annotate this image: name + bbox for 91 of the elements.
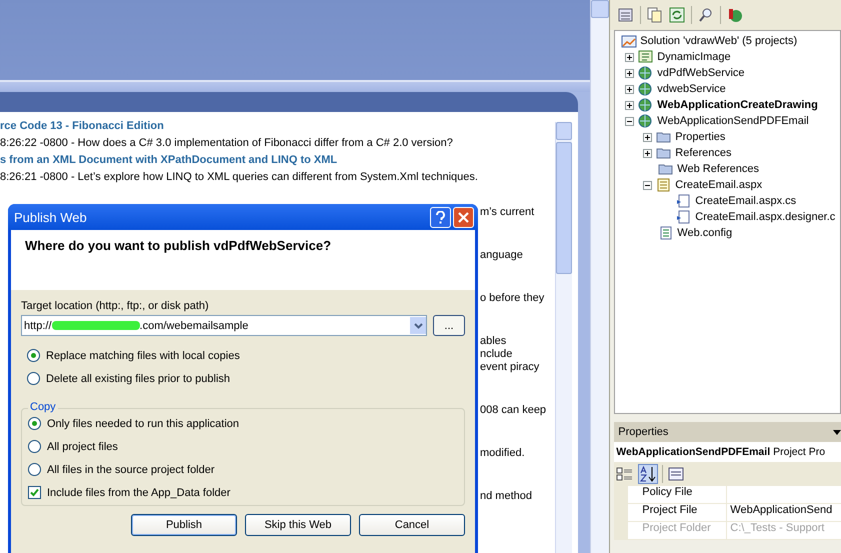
property-name: Project Folder bbox=[614, 522, 726, 539]
close-button[interactable] bbox=[453, 206, 474, 228]
post-title-link[interactable]: s from an XML Document with XPathDocument and LINQ to XML bbox=[0, 152, 556, 169]
dropdown-arrow-icon[interactable] bbox=[833, 430, 841, 434]
refresh-icon[interactable] bbox=[669, 7, 686, 23]
panel-title: Properties bbox=[618, 426, 670, 438]
tree-item[interactable]: WebApplicationSendPDFEmail bbox=[657, 115, 809, 127]
object-type: Project Pro bbox=[773, 446, 826, 458]
globe-icon bbox=[638, 97, 654, 113]
collapse-button[interactable] bbox=[625, 116, 634, 126]
file-icon bbox=[658, 225, 674, 241]
globe-icon bbox=[638, 65, 654, 81]
expand-button[interactable] bbox=[643, 148, 652, 158]
plus-icon bbox=[644, 150, 652, 156]
properties-icon[interactable] bbox=[618, 7, 634, 23]
globe-icon bbox=[638, 113, 654, 129]
close-icon bbox=[458, 212, 469, 222]
radio-option[interactable]: Replace matching files with local copies bbox=[27, 349, 459, 362]
expand-button[interactable] bbox=[625, 52, 634, 62]
file-icon bbox=[656, 177, 672, 193]
collapse-button[interactable] bbox=[643, 180, 652, 190]
check-icon bbox=[30, 488, 39, 497]
field-label: Target location (http:, ftp:, or disk path) bbox=[21, 300, 210, 312]
property-name: Project File bbox=[614, 504, 726, 521]
tree-item[interactable]: Solution 'vdrawWeb' (5 projects) bbox=[640, 35, 798, 47]
tree-item[interactable]: CreateEmail.aspx.cs bbox=[695, 195, 796, 207]
tree-item[interactable]: Web References bbox=[677, 163, 760, 175]
post-title-link[interactable]: rce Code 13 - Fibonacci Edition bbox=[0, 118, 556, 135]
target-location-field[interactable]: http:// .com/webemailsample bbox=[21, 315, 427, 336]
browse-button[interactable]: ... bbox=[433, 315, 465, 336]
post-summary: m’s current bbox=[480, 206, 536, 219]
search-icon[interactable] bbox=[698, 7, 714, 23]
post-summary: modified. bbox=[480, 447, 526, 460]
expand-button[interactable] bbox=[625, 100, 634, 110]
property-value: C:\_Tests - Support bbox=[726, 522, 841, 539]
globe-icon bbox=[638, 81, 654, 97]
property-name: Policy File bbox=[614, 486, 726, 503]
sort-alphabetical-icon[interactable] bbox=[638, 464, 658, 484]
tree-item[interactable]: CreateEmail.aspx bbox=[675, 179, 762, 191]
plus-icon bbox=[626, 70, 634, 76]
group-title: Copy bbox=[28, 401, 58, 413]
post-summary: nd method bbox=[480, 490, 533, 503]
post-summary: 8:26:22 -0800 - How does a C# 3.0 implementation of Fibonacci differ from a C# 2.0 version? bbox=[0, 136, 454, 151]
object-name: WebApplicationSendPDFEmail bbox=[616, 446, 770, 458]
radio-option[interactable]: All files in the source project folder bbox=[28, 463, 458, 476]
dialog-button[interactable]: Skip this Web bbox=[245, 514, 351, 536]
tree-item[interactable]: vdwebService bbox=[657, 83, 726, 95]
radio-option[interactable]: Delete all existing files prior to publish bbox=[27, 372, 459, 385]
checkbox-option[interactable]: Include files from the App_Data folder bbox=[28, 486, 458, 499]
file-icon bbox=[676, 193, 692, 209]
file-icon bbox=[676, 209, 692, 225]
globe-icon[interactable] bbox=[727, 7, 744, 23]
post-summary: 8:26:21 -0800 - Let’s explore how LINQ to XML queries can different from System.Xml techniques. bbox=[0, 170, 479, 185]
tree-item[interactable]: WebApplicationCreateDrawing bbox=[657, 99, 818, 111]
dialog-title: Publish Web bbox=[14, 210, 88, 224]
tree-item[interactable]: Web.config bbox=[677, 227, 732, 239]
post-summary: nclude bbox=[480, 348, 514, 361]
help-button[interactable] bbox=[430, 206, 451, 228]
plus-icon bbox=[626, 86, 634, 92]
chevron-down-icon bbox=[414, 322, 422, 328]
plus-icon bbox=[644, 134, 652, 140]
property-value: WebApplicationSend bbox=[726, 504, 841, 521]
show-files-icon[interactable] bbox=[647, 7, 664, 23]
tree-item[interactable]: CreateEmail.aspx.designer.c bbox=[695, 211, 836, 223]
dropdown-button[interactable] bbox=[410, 317, 426, 334]
post-summary: ables bbox=[480, 335, 508, 348]
tree-item[interactable]: vdPdfWebService bbox=[657, 67, 745, 79]
categorized-icon[interactable] bbox=[616, 465, 634, 483]
tree-item[interactable]: DynamicImage bbox=[657, 51, 731, 63]
dialog-button[interactable]: Cancel bbox=[359, 514, 465, 536]
file-icon bbox=[638, 49, 654, 65]
scrollbar[interactable] bbox=[590, 0, 610, 553]
expand-button[interactable] bbox=[625, 68, 634, 78]
post-summary: anguage bbox=[480, 249, 524, 262]
dialog-heading: Where do you want to publish vdPdfWebService? bbox=[25, 238, 332, 253]
post-summary: o before they bbox=[480, 292, 546, 305]
post-summary: 008 can keep bbox=[480, 404, 546, 417]
plus-icon bbox=[626, 102, 634, 108]
plus-icon bbox=[626, 54, 634, 60]
expand-button[interactable] bbox=[643, 132, 652, 142]
radio-option[interactable]: Only files needed to run this application bbox=[28, 417, 458, 430]
radio-option[interactable]: All project files bbox=[28, 440, 458, 453]
post-summary: event piracy bbox=[480, 361, 540, 374]
solution-icon bbox=[621, 33, 638, 49]
help-icon bbox=[436, 210, 445, 224]
tree-item[interactable]: References bbox=[675, 147, 732, 159]
dialog-button[interactable]: Publish bbox=[131, 514, 237, 536]
tree-item[interactable]: Properties bbox=[675, 131, 726, 143]
property-pages-icon[interactable] bbox=[667, 465, 686, 483]
scrollbar[interactable] bbox=[555, 122, 572, 553]
expand-button[interactable] bbox=[625, 84, 634, 94]
